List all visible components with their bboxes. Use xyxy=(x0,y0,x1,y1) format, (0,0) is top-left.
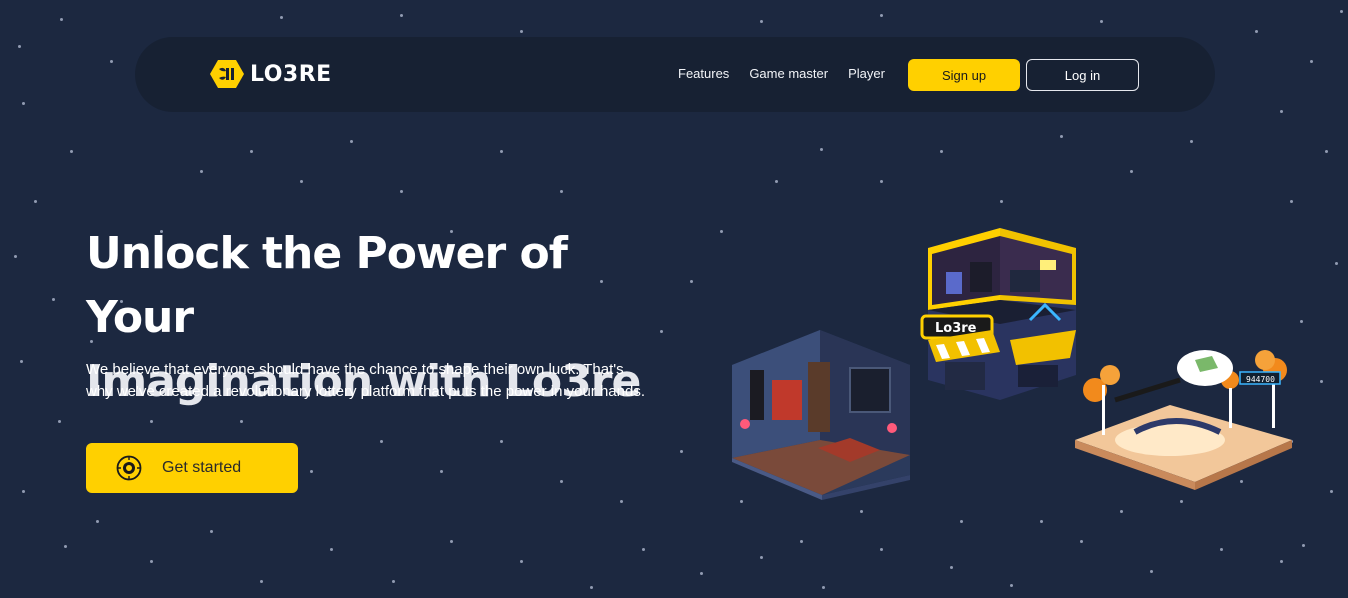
coin-icon xyxy=(116,455,142,481)
star-dot xyxy=(330,548,333,551)
star-dot xyxy=(240,420,243,423)
star-dot xyxy=(1120,510,1123,513)
star-dot xyxy=(940,150,943,153)
star-dot xyxy=(280,16,283,19)
star-dot xyxy=(400,14,403,17)
star-dot xyxy=(1325,150,1328,153)
star-dot xyxy=(450,540,453,543)
brand-name: LO3RE xyxy=(250,61,332,87)
star-dot xyxy=(1220,548,1223,551)
star-dot xyxy=(350,140,353,143)
star-dot xyxy=(760,20,763,23)
star-dot xyxy=(880,548,883,551)
star-dot xyxy=(760,556,763,559)
star-dot xyxy=(392,580,395,583)
star-dot xyxy=(58,420,61,423)
star-dot xyxy=(400,190,403,193)
star-dot xyxy=(775,180,778,183)
nav-links: Features Game master Player xyxy=(678,66,885,81)
star-dot xyxy=(52,298,55,301)
star-dot xyxy=(1330,490,1333,493)
star-dot xyxy=(200,170,203,173)
navbar: LO3RE Features Game master Player Sign u… xyxy=(135,37,1215,112)
isometric-rooms-illustration: Lo3re 944700 xyxy=(732,228,1292,500)
star-dot xyxy=(64,545,67,548)
star-dot xyxy=(560,190,563,193)
star-dot xyxy=(14,255,17,258)
star-dot xyxy=(500,440,503,443)
star-dot xyxy=(1280,560,1283,563)
star-dot xyxy=(880,14,883,17)
star-dot xyxy=(1190,140,1193,143)
star-dot xyxy=(620,500,623,503)
star-dot xyxy=(150,560,153,563)
star-dot xyxy=(1280,110,1283,113)
star-dot xyxy=(1060,135,1063,138)
star-dot xyxy=(380,440,383,443)
star-dot xyxy=(440,470,443,473)
star-dot xyxy=(1100,20,1103,23)
star-dot xyxy=(860,510,863,513)
star-dot xyxy=(880,180,883,183)
signup-button[interactable]: Sign up xyxy=(908,59,1020,91)
star-dot xyxy=(680,450,683,453)
star-dot xyxy=(250,150,253,153)
park-island-illustration: 944700 xyxy=(1075,350,1292,490)
star-dot xyxy=(260,580,263,583)
hero-title-line1: Unlock the Power of Your xyxy=(86,228,568,343)
star-dot xyxy=(70,150,73,153)
star-dot xyxy=(800,540,803,543)
star-dot xyxy=(210,530,213,533)
star-dot xyxy=(700,572,703,575)
hero-description: We believe that everyone should have the… xyxy=(86,361,645,400)
get-started-label: Get started xyxy=(162,459,242,476)
star-dot xyxy=(820,148,823,151)
arcade-shop-illustration: Lo3re xyxy=(920,228,1076,400)
star-dot xyxy=(1335,262,1338,265)
login-button[interactable]: Log in xyxy=(1026,59,1139,91)
star-dot xyxy=(150,420,153,423)
star-dot xyxy=(590,586,593,589)
bee-hexagon-logo-icon xyxy=(210,60,244,88)
star-dot xyxy=(1150,570,1153,573)
star-dot xyxy=(18,45,21,48)
star-dot xyxy=(60,18,63,21)
star-dot xyxy=(1255,30,1258,33)
score-badge-text: 944700 xyxy=(1246,375,1275,384)
get-started-button[interactable]: Get started xyxy=(86,443,298,493)
nav-link-game-master[interactable]: Game master xyxy=(749,66,828,81)
star-dot xyxy=(690,280,693,283)
nav-link-features[interactable]: Features xyxy=(678,66,729,81)
star-dot xyxy=(1040,520,1043,523)
star-dot xyxy=(560,480,563,483)
star-dot xyxy=(1340,10,1343,13)
star-dot xyxy=(22,102,25,105)
bedroom-room-illustration xyxy=(732,330,910,500)
star-dot xyxy=(110,60,113,63)
nav-link-player[interactable]: Player xyxy=(848,66,885,81)
star-dot xyxy=(1310,60,1313,63)
star-dot xyxy=(520,30,523,33)
brand-logo[interactable]: LO3RE xyxy=(210,59,332,89)
star-dot xyxy=(1302,544,1305,547)
star-dot xyxy=(1130,170,1133,173)
star-dot xyxy=(310,470,313,473)
star-dot xyxy=(1010,584,1013,587)
star-dot xyxy=(22,490,25,493)
star-dot xyxy=(96,520,99,523)
star-dot xyxy=(960,520,963,523)
star-dot xyxy=(520,560,523,563)
star-dot xyxy=(500,150,503,153)
star-dot xyxy=(1080,540,1083,543)
star-dot xyxy=(1320,380,1323,383)
star-dot xyxy=(34,200,37,203)
star-dot xyxy=(642,548,645,551)
star-dot xyxy=(822,586,825,589)
star-dot xyxy=(300,180,303,183)
star-dot xyxy=(20,360,23,363)
star-dot xyxy=(950,566,953,569)
